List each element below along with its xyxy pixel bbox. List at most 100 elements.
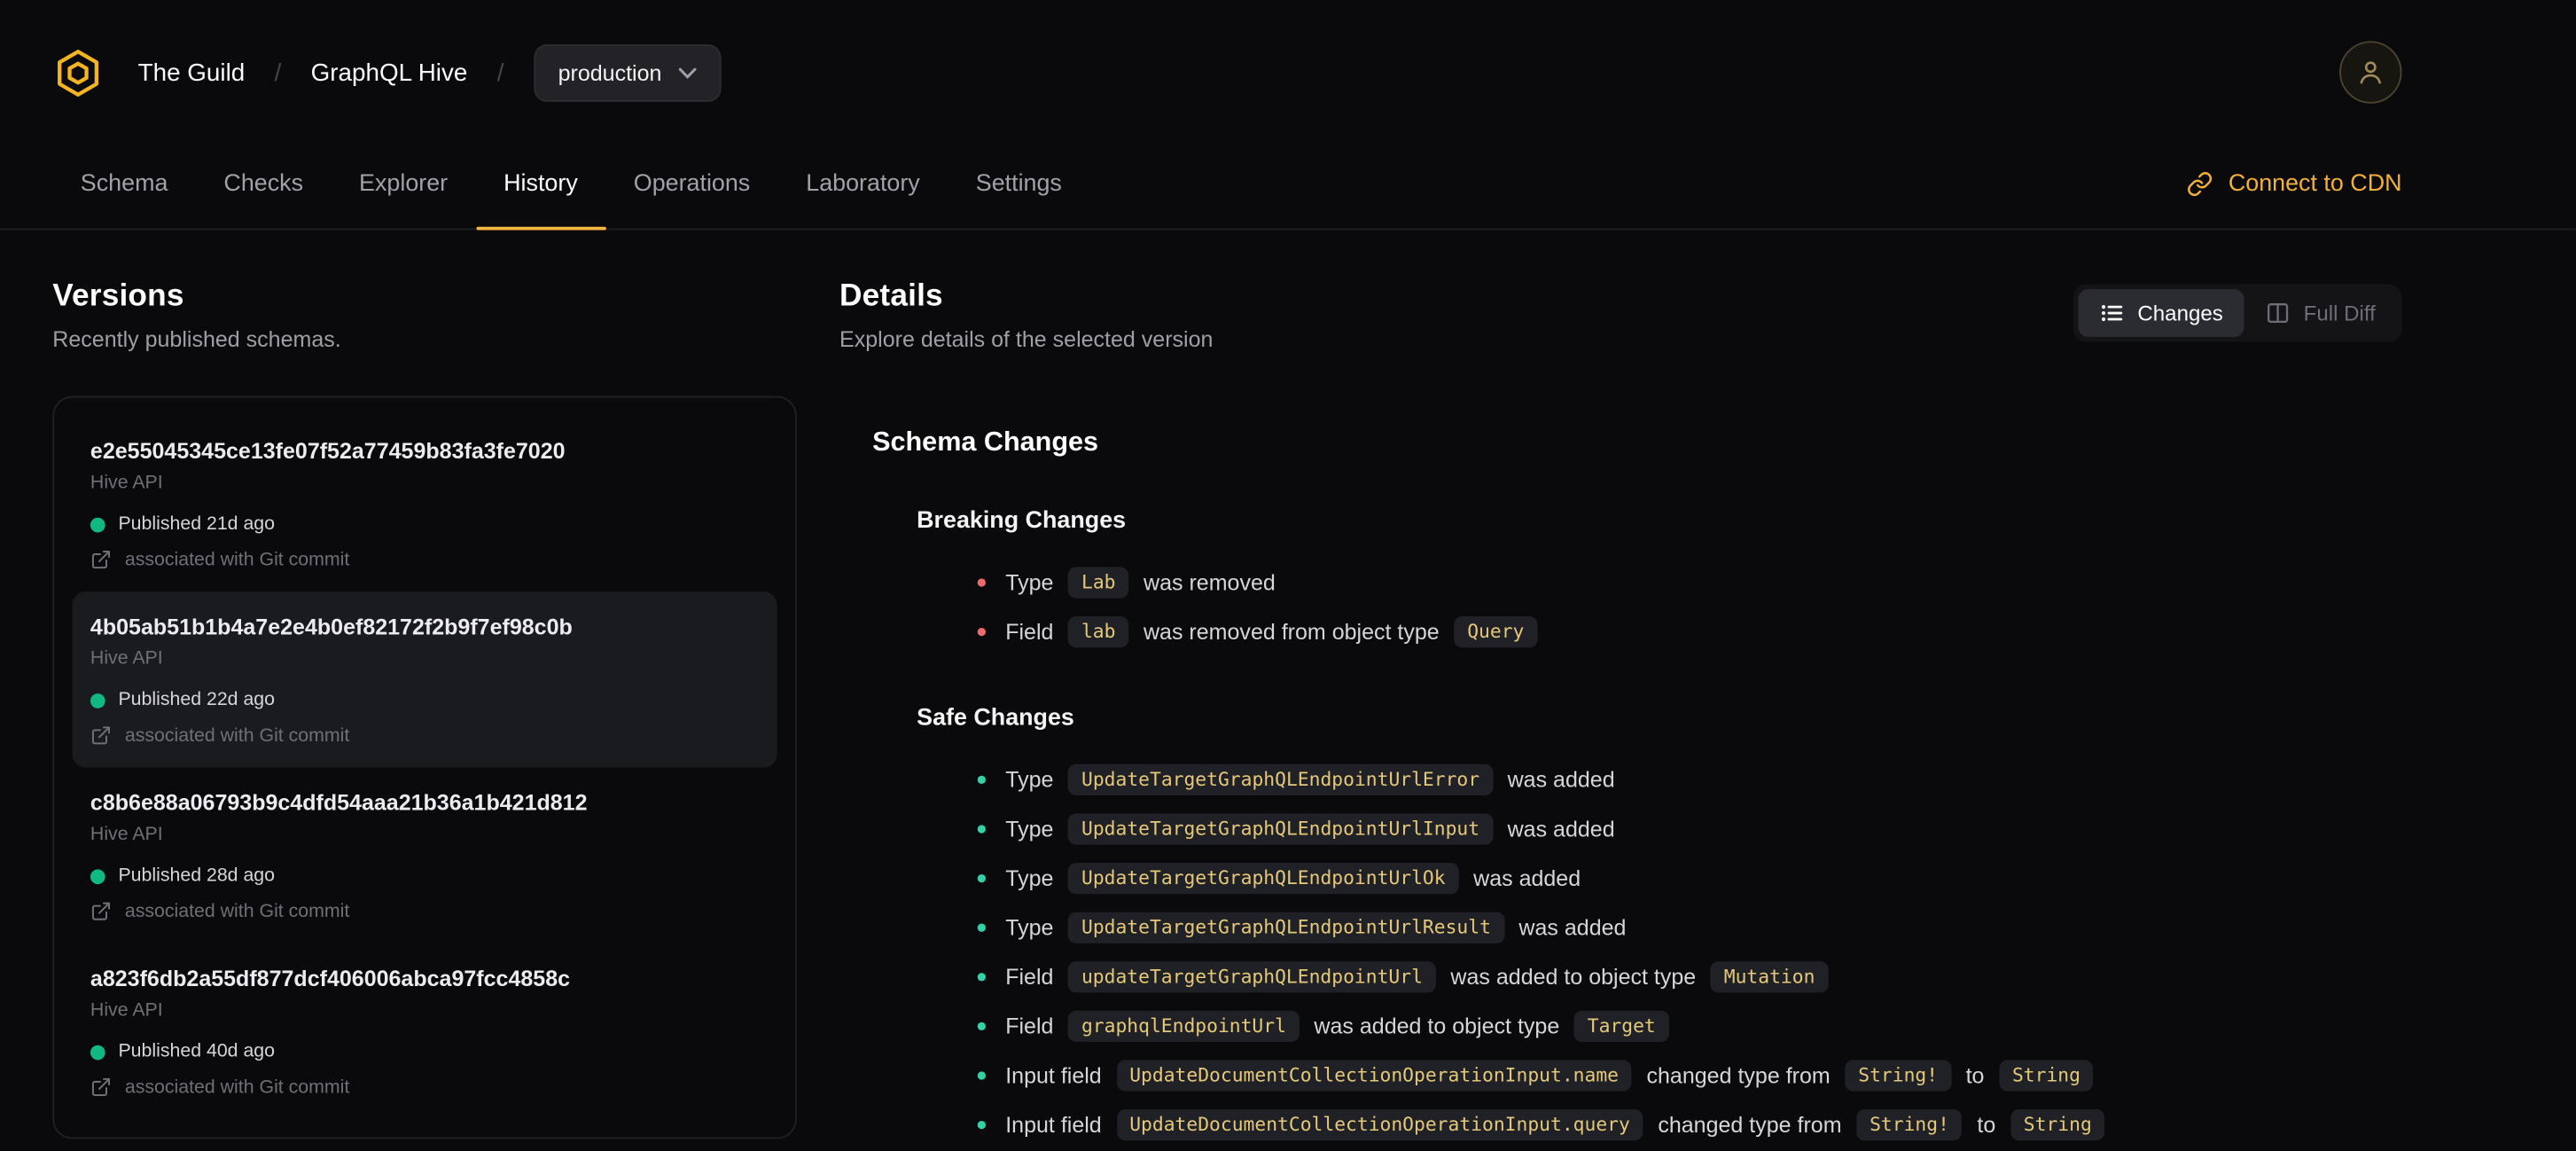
published-status-dot — [90, 1044, 105, 1060]
details-subtitle: Explore details of the selected version — [839, 326, 1214, 352]
change-text: Field — [1005, 963, 1054, 989]
safe-bullet — [977, 972, 986, 981]
git-commit-label: associated with Git commit — [124, 549, 350, 570]
app-window: The Guild / GraphQL Hive / production Sc… — [0, 0, 2576, 1151]
published-status-dot — [90, 693, 105, 708]
change-item: Type Lab was removed — [977, 557, 2402, 607]
changes-toggle-button[interactable]: Changes — [2078, 289, 2244, 337]
change-text: was added — [1507, 766, 1615, 792]
version-hash: e2e55045345ce13fe07f52a77459b83fa3fe7020 — [90, 438, 566, 464]
code-chip: String! — [1856, 1108, 1963, 1140]
change-text: changed type from — [1646, 1062, 1831, 1087]
git-commit-label: associated with Git commit — [124, 725, 350, 746]
user-icon — [2354, 56, 2387, 89]
code-chip: UpdateTargetGraphQLEndpointUrlError — [1068, 763, 1493, 795]
code-chip: UpdateTargetGraphQLEndpointUrlResult — [1068, 911, 1504, 943]
version-list-item[interactable]: c8b6e88a06793b9c4dfd54aaa21b36a1b421d812… — [73, 767, 777, 943]
safe-bullet — [977, 1120, 986, 1129]
change-text: Type — [1005, 766, 1054, 792]
target-selector-dropdown[interactable]: production — [533, 43, 722, 101]
tab-explorer[interactable]: Explorer — [332, 138, 476, 229]
code-chip: Query — [1454, 615, 1538, 647]
safe-bullet — [977, 1021, 986, 1030]
change-item: Type UpdateTargetGraphQLEndpointUrlError… — [977, 755, 2402, 804]
change-text: Input field — [1005, 1062, 1102, 1087]
published-label: Published 40d ago — [118, 1041, 276, 1062]
published-status-dot — [90, 516, 105, 532]
change-item: Field updateTargetGraphQLEndpointUrl was… — [977, 951, 2402, 1001]
safe-bullet — [977, 873, 986, 882]
published-status-dot — [90, 868, 105, 884]
change-text: was added — [1518, 914, 1627, 940]
view-toggle-group: Changes Full Diff — [2073, 284, 2402, 342]
details-heading-block: Details Explore details of the selected … — [839, 279, 1213, 352]
published-label: Published 28d ago — [118, 865, 276, 886]
project-breadcrumb[interactable]: GraphQL Hive — [311, 59, 468, 87]
git-commit-label: associated with Git commit — [124, 901, 350, 921]
change-text: to — [1977, 1111, 1996, 1137]
change-text: was added — [1507, 816, 1615, 841]
code-chip: Mutation — [1710, 960, 1829, 992]
version-hash: c8b6e88a06793b9c4dfd54aaa21b36a1b421d812 — [90, 790, 588, 816]
versions-subtitle: Recently published schemas. — [52, 326, 341, 352]
code-chip: UpdateTargetGraphQLEndpointUrlOk — [1068, 862, 1459, 894]
safe-bullet — [977, 774, 986, 784]
change-text: Type — [1005, 865, 1054, 890]
code-chip: String! — [1845, 1059, 1951, 1091]
version-list-item[interactable]: e2e55045345ce13fe07f52a77459b83fa3fe7020… — [73, 416, 777, 591]
tab-settings[interactable]: Settings — [948, 138, 1089, 229]
change-text: to — [1965, 1062, 1985, 1087]
columns-icon — [2266, 301, 2291, 325]
schema-changes-section: Schema Changes Breaking Changes Type Lab… — [839, 427, 2401, 1149]
safe-changes-list: Type UpdateTargetGraphQLEndpointUrlError… — [872, 755, 2401, 1149]
full-diff-toggle-label: Full Diff — [2303, 301, 2376, 325]
hive-logo-icon[interactable] — [52, 47, 103, 98]
version-list-item[interactable]: a823f6db2a55df877dcf406006abca97fcc4858c… — [73, 944, 777, 1119]
change-text: Type — [1005, 914, 1054, 940]
code-chip: updateTargetGraphQLEndpointUrl — [1068, 960, 1436, 992]
versions-title: Versions — [52, 279, 184, 314]
connect-to-cdn-link[interactable]: Connect to CDN — [2188, 170, 2402, 197]
tab-checks[interactable]: Checks — [196, 138, 332, 229]
tab-history[interactable]: History — [475, 138, 606, 231]
code-chip: UpdateDocumentCollectionOperationInput.n… — [1116, 1059, 1632, 1091]
versions-pane: Versions Recently published schemas. e2e… — [52, 279, 797, 1148]
code-chip: UpdateTargetGraphQLEndpointUrlInput — [1068, 812, 1493, 844]
safe-changes-title: Safe Changes — [917, 705, 1074, 732]
change-text: Field — [1005, 1013, 1054, 1038]
link-icon — [2188, 170, 2214, 197]
full-diff-toggle-button[interactable]: Full Diff — [2244, 289, 2397, 337]
top-bar: The Guild / GraphQL Hive / production — [52, 39, 2402, 105]
breaking-bullet — [977, 577, 986, 586]
change-text: was added to object type — [1450, 963, 1697, 989]
version-service: Hive API — [90, 649, 163, 669]
change-text: was added to object type — [1314, 1013, 1560, 1038]
change-text: Field — [1005, 618, 1054, 644]
published-label: Published 21d ago — [118, 514, 276, 535]
tab-schema[interactable]: Schema — [52, 138, 196, 229]
change-item: Input field UpdateDocumentCollectionOper… — [977, 1050, 2402, 1100]
version-service: Hive API — [90, 473, 163, 493]
list-icon — [2100, 301, 2125, 325]
tab-operations[interactable]: Operations — [605, 138, 777, 229]
primary-nav: Schema Checks Explorer History Operation… — [0, 106, 2576, 231]
target-selector-value: production — [558, 59, 662, 85]
safe-bullet — [977, 1070, 986, 1079]
user-avatar-button[interactable] — [2339, 41, 2402, 104]
code-chip: Lab — [1068, 566, 1129, 598]
change-item: Type UpdateTargetGraphQLEndpointUrlInput… — [977, 803, 2402, 853]
version-list-item-selected[interactable]: 4b05ab51b1b4a7e2e4b0ef82172f2b9f7ef98c0b… — [72, 591, 777, 768]
external-link-icon — [90, 549, 112, 570]
external-link-icon — [90, 901, 112, 922]
tab-laboratory[interactable]: Laboratory — [778, 138, 948, 229]
git-commit-label: associated with Git commit — [124, 1077, 350, 1098]
change-text: changed type from — [1658, 1111, 1842, 1137]
version-service: Hive API — [90, 825, 163, 845]
breadcrumb-separator: / — [274, 58, 282, 87]
code-chip: String — [2010, 1108, 2105, 1140]
change-text: Input field — [1005, 1111, 1102, 1137]
org-breadcrumb[interactable]: The Guild — [138, 59, 246, 87]
change-text: was removed from object type — [1143, 618, 1440, 644]
change-item: Input field UpdateDocumentCollectionOper… — [977, 1100, 2402, 1149]
breaking-changes-list: Type Lab was removed Field lab was remov… — [872, 557, 2401, 655]
